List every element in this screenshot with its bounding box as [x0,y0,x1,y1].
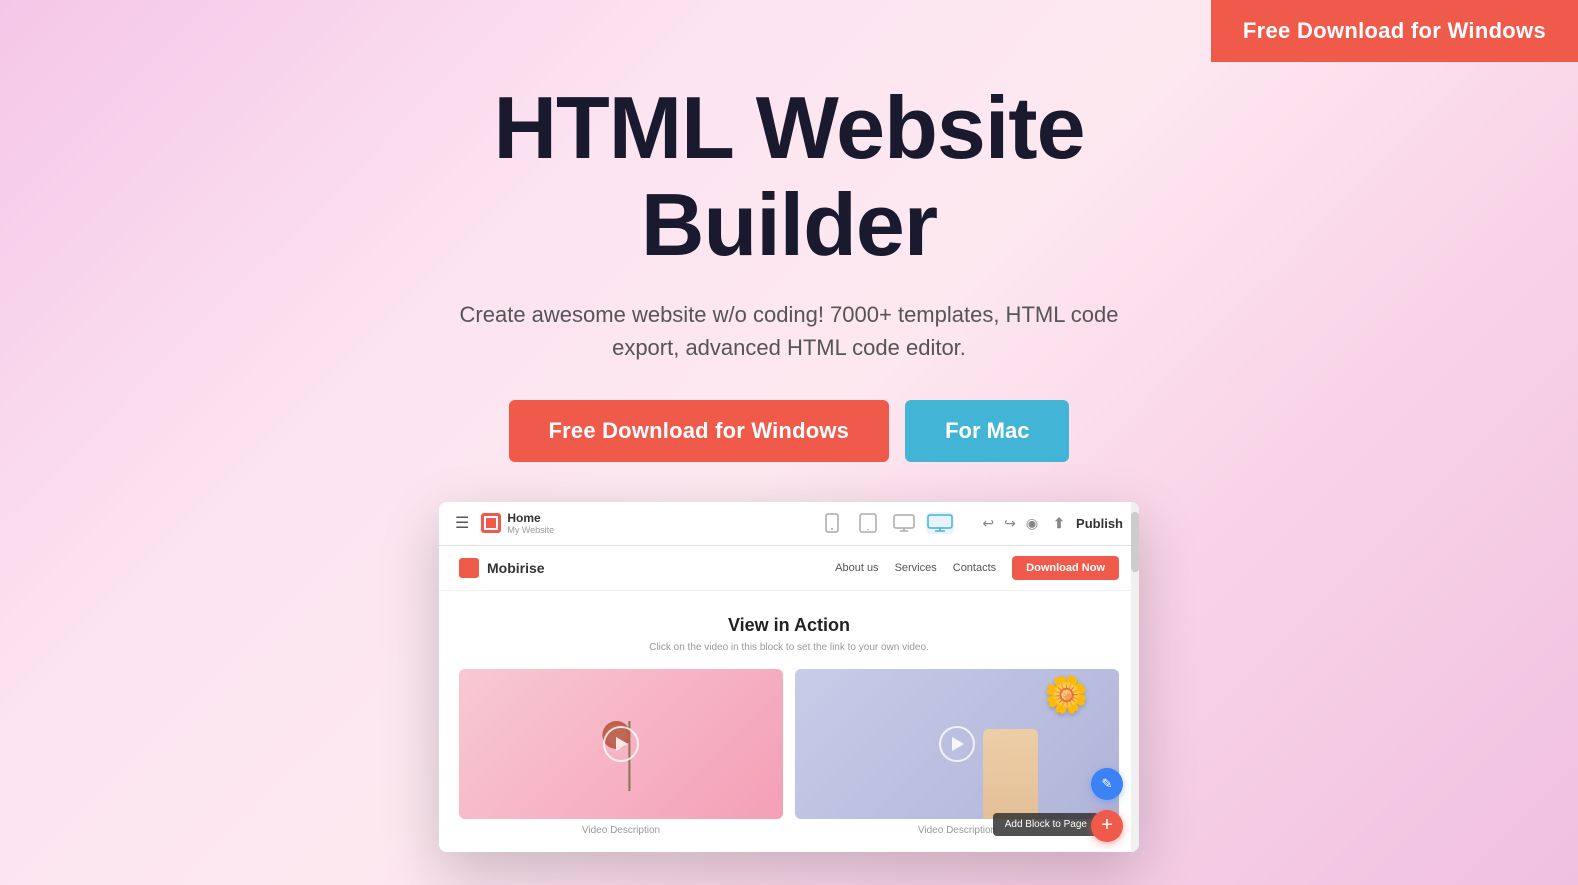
edit-block-button[interactable]: ✎ [1091,768,1123,800]
video-desc-1: Video Description [459,825,783,836]
download-windows-button[interactable]: Free Download for Windows [509,400,890,462]
site-logo: Mobirise [459,558,545,578]
scrollbar-thumb [1131,512,1139,572]
site-logo-icon [459,558,479,578]
menu-icon[interactable]: ☰ [455,513,469,533]
home-title: Home [507,512,554,524]
nav-cta-button[interactable]: Download Now [1012,556,1119,580]
nav-services[interactable]: Services [895,562,937,574]
play-button-2 [939,726,975,762]
small-desktop-view-icon[interactable] [890,512,918,534]
mobile-view-icon[interactable] [818,512,846,534]
video-card-1[interactable]: Video Description [459,669,783,836]
home-page-icon [481,513,501,533]
hero-subtitle: Create awesome website w/o coding! 7000+… [439,298,1139,364]
video-thumbnail-1 [459,669,783,819]
site-nav-links: About us Services Contacts Download Now [835,556,1119,580]
home-label: Home My Website [507,512,554,535]
download-mac-button[interactable]: For Mac [905,400,1069,462]
hero-buttons: Free Download for Windows For Mac [509,400,1070,462]
device-switcher [818,512,954,534]
video-card-2[interactable]: 🌼 Video Description [795,669,1119,836]
top-cta-button[interactable]: Free Download for Windows [1211,0,1578,62]
redo-icon[interactable]: ↪ [1004,515,1016,532]
site-logo-text: Mobirise [487,560,545,576]
video-thumbnail-2: 🌼 [795,669,1119,819]
tablet-view-icon[interactable] [854,512,882,534]
desktop-view-icon[interactable] [926,512,954,534]
home-sub: My Website [507,526,554,535]
toolbar-home-item[interactable]: Home My Website [481,512,554,535]
nav-contacts[interactable]: Contacts [953,562,996,574]
hero-title: HTML WebsiteBuilder [493,80,1084,274]
publish-label: Publish [1076,516,1123,531]
toolbar-actions: ↩ ↪ ◉ ⬆ Publish [982,512,1123,534]
preview-icon[interactable]: ◉ [1026,515,1038,532]
scrollbar[interactable] [1131,502,1139,852]
site-preview: Mobirise About us Services Contacts Down… [439,546,1139,852]
pencil-icon: ✎ [1102,776,1113,792]
video-section-subtitle: Click on the video in this block to set … [459,642,1119,653]
plus-icon: + [1101,814,1113,837]
app-mockup: ☰ Home My Website [439,502,1139,852]
publish-icon: ⬆ [1048,512,1070,534]
hero-section: HTML WebsiteBuilder Create awesome websi… [0,0,1578,462]
add-block-button[interactable]: + [1091,810,1123,842]
publish-button[interactable]: ⬆ Publish [1048,512,1123,534]
video-grid: Video Description 🌼 Video Description [459,669,1119,836]
undo-icon[interactable]: ↩ [982,515,994,532]
add-block-overlay: Add Block to Page [993,813,1099,836]
play-button-1 [603,726,639,762]
video-section-title: View in Action [459,615,1119,636]
app-toolbar: ☰ Home My Website [439,502,1139,546]
site-nav: Mobirise About us Services Contacts Down… [439,546,1139,591]
nav-about[interactable]: About us [835,562,878,574]
